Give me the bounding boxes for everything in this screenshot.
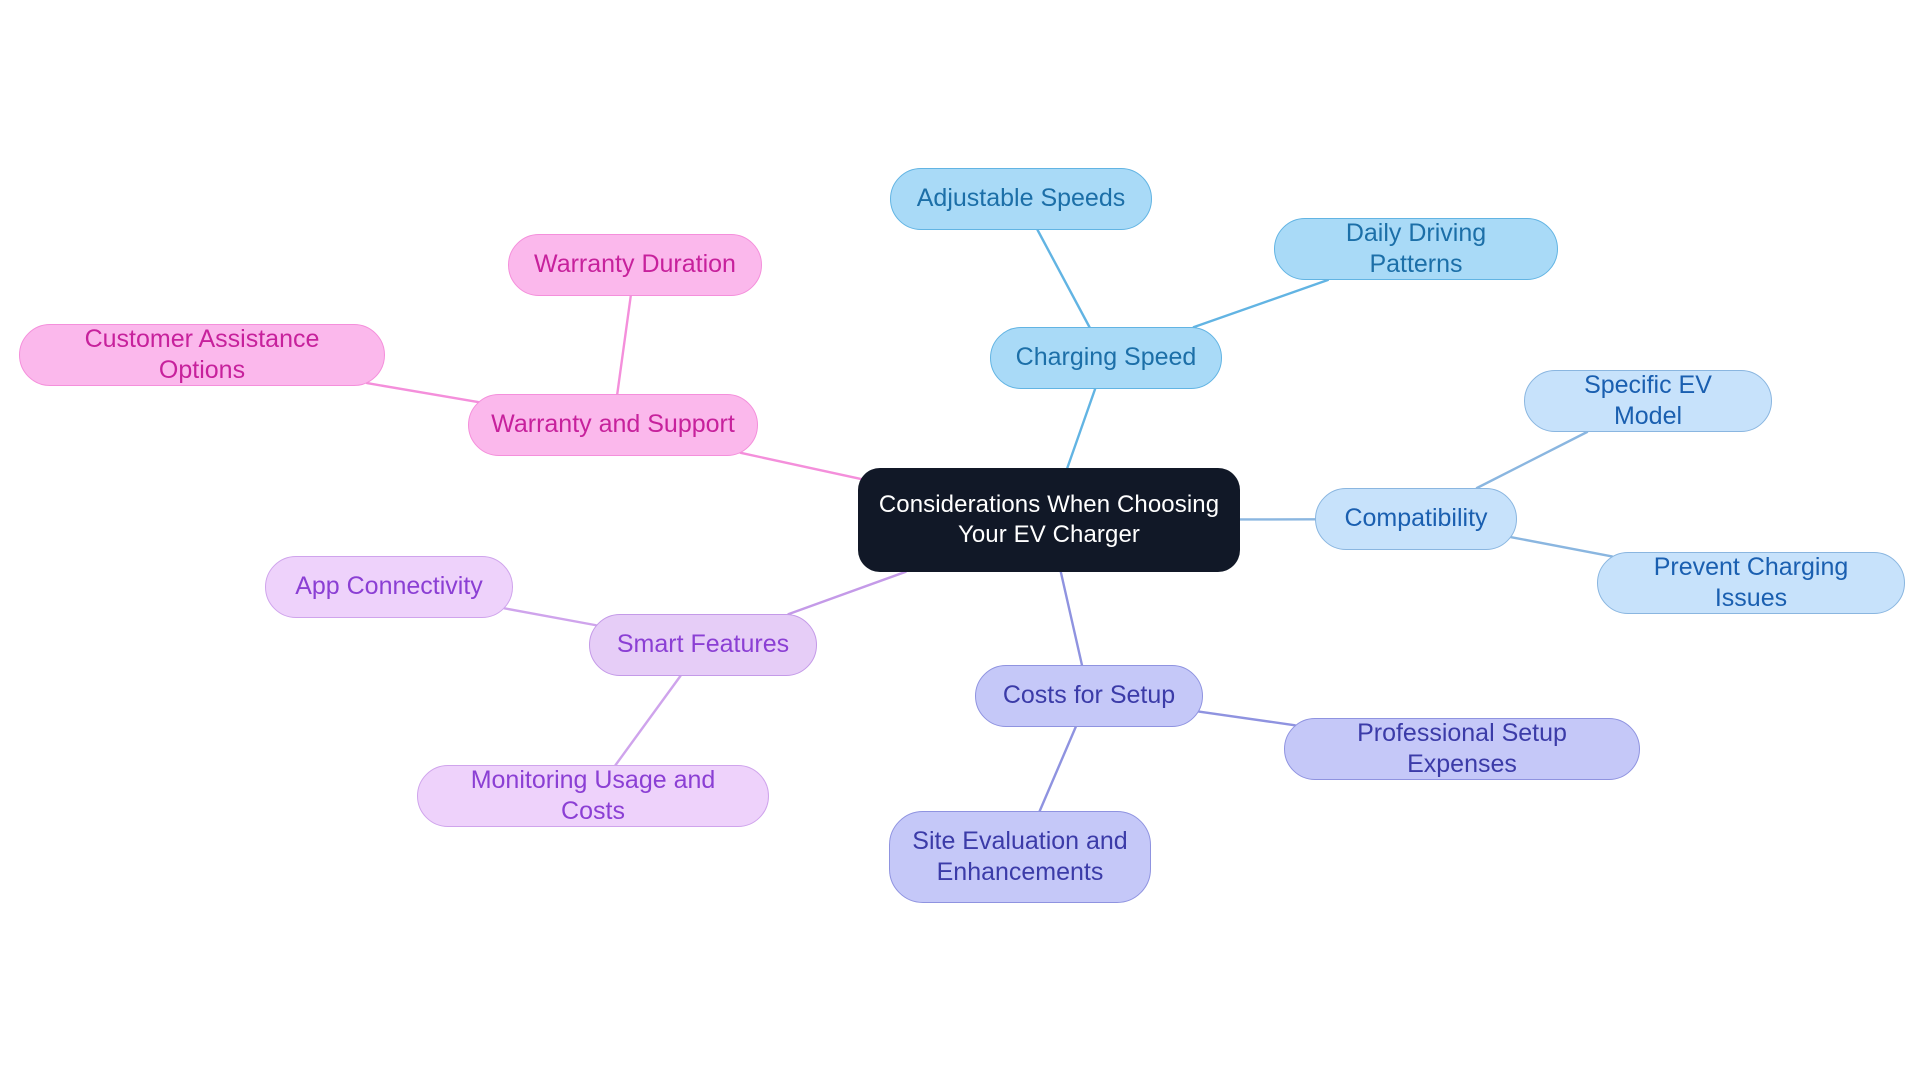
edge-costs-for-setup-site-evaluation — [1038, 725, 1077, 813]
edge-compatibility-specific-ev-model — [1475, 430, 1589, 490]
mindmap-node-daily-driving-patterns[interactable]: Daily Driving Patterns — [1274, 218, 1558, 280]
mindmap-canvas: Considerations When Choosing Your EV Cha… — [0, 0, 1920, 1083]
mindmap-node-professional-setup-expenses[interactable]: Professional Setup Expenses — [1284, 718, 1640, 780]
edge-root-smart-features — [787, 570, 907, 616]
edge-compatibility-prevent-charging-issues — [1509, 535, 1614, 558]
mindmap-node-costs-for-setup[interactable]: Costs for Setup — [975, 665, 1203, 727]
edge-root-costs-for-setup — [1059, 570, 1084, 667]
mindmap-node-customer-assistance-options[interactable]: Customer Assistance Options — [19, 324, 385, 386]
mindmap-node-monitoring-usage-and-costs[interactable]: Monitoring Usage and Costs — [417, 765, 769, 827]
mindmap-node-adjustable-speeds[interactable]: Adjustable Speeds — [890, 168, 1152, 230]
edge-root-warranty-and-support — [739, 451, 876, 484]
edge-warranty-warranty-duration — [616, 294, 632, 396]
edge-smart-features-monitoring-usage — [614, 674, 682, 767]
edge-root-charging-speed — [1066, 387, 1097, 470]
mindmap-node-warranty-and-support[interactable]: Warranty and Support — [468, 394, 758, 456]
mindmap-node-specific-ev-model[interactable]: Specific EV Model — [1524, 370, 1772, 432]
edge-costs-for-setup-professional-setup-expenses — [1197, 710, 1297, 727]
mindmap-node-prevent-charging-issues[interactable]: Prevent Charging Issues — [1597, 552, 1905, 614]
edge-charging-speed-adjustable-speeds — [1036, 228, 1091, 329]
mindmap-node-smart-features[interactable]: Smart Features — [589, 614, 817, 676]
edge-smart-features-app-connectivity — [503, 607, 598, 627]
mindmap-node-app-connectivity[interactable]: App Connectivity — [265, 556, 513, 618]
mindmap-node-warranty-duration[interactable]: Warranty Duration — [508, 234, 762, 296]
edge-charging-speed-daily-driving-patterns — [1192, 278, 1330, 329]
mindmap-node-site-evaluation-and-enhancements[interactable]: Site Evaluation and Enhancements — [889, 811, 1151, 903]
mindmap-node-root[interactable]: Considerations When Choosing Your EV Cha… — [858, 468, 1240, 572]
mindmap-node-charging-speed[interactable]: Charging Speed — [990, 327, 1222, 389]
edge-warranty-customer-assistance — [365, 381, 480, 404]
mindmap-node-compatibility[interactable]: Compatibility — [1315, 488, 1517, 550]
